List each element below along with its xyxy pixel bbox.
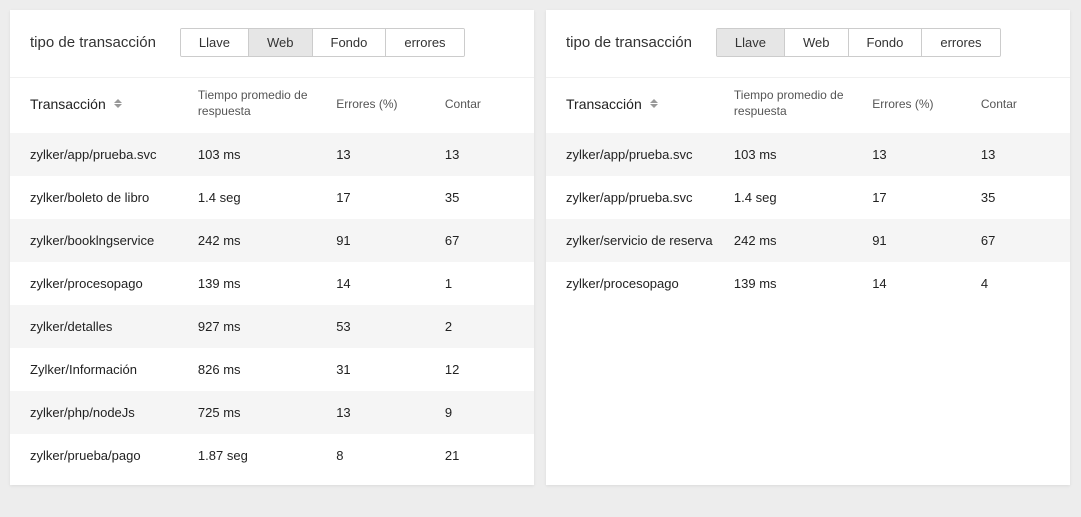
cell-errors: 17 bbox=[336, 190, 445, 205]
cell-response-time: 1.87 seg bbox=[198, 448, 336, 463]
cell-errors: 13 bbox=[336, 405, 445, 420]
header-transaction[interactable]: Transacción bbox=[30, 96, 198, 112]
tab-web[interactable]: Web bbox=[249, 29, 313, 56]
panel-header: tipo de transacción Llave Web Fondo erro… bbox=[10, 10, 534, 77]
panel-title: tipo de transacción bbox=[30, 34, 156, 51]
header-count[interactable]: Contar bbox=[445, 97, 514, 111]
table-body: zylker/app/prueba.svc 103 ms 13 13 zylke… bbox=[546, 133, 1070, 305]
cell-count: 12 bbox=[445, 362, 514, 377]
table-header: Transacción Tiempo promedio de respuesta… bbox=[546, 77, 1070, 133]
tab-fondo[interactable]: Fondo bbox=[313, 29, 387, 56]
cell-response-time: 1.4 seg bbox=[734, 190, 872, 205]
header-errors[interactable]: Errores (%) bbox=[872, 97, 981, 111]
cell-response-time: 242 ms bbox=[198, 233, 336, 248]
cell-response-time: 103 ms bbox=[734, 147, 872, 162]
cell-transaction: zylker/app/prueba.svc bbox=[566, 147, 734, 162]
tab-group: Llave Web Fondo errores bbox=[180, 28, 465, 57]
cell-response-time: 242 ms bbox=[734, 233, 872, 248]
cell-transaction: zylker/procesopago bbox=[566, 276, 734, 291]
header-transaction[interactable]: Transacción bbox=[566, 96, 734, 112]
sort-icon[interactable] bbox=[114, 99, 122, 108]
cell-count: 1 bbox=[445, 276, 514, 291]
table-row[interactable]: zylker/app/prueba.svc 1.4 seg 17 35 bbox=[546, 176, 1070, 219]
cell-count: 2 bbox=[445, 319, 514, 334]
header-errors[interactable]: Errores (%) bbox=[336, 97, 445, 111]
tab-group: Llave Web Fondo errores bbox=[716, 28, 1001, 57]
cell-transaction: zylker/app/prueba.svc bbox=[30, 147, 198, 162]
cell-transaction: zylker/procesopago bbox=[30, 276, 198, 291]
cell-transaction: zylker/prueba/pago bbox=[30, 448, 198, 463]
table-row[interactable]: zylker/prueba/pago 1.87 seg 8 21 bbox=[10, 434, 534, 477]
cell-errors: 31 bbox=[336, 362, 445, 377]
tab-llave[interactable]: Llave bbox=[717, 29, 785, 56]
cell-transaction: zylker/php/nodeJs bbox=[30, 405, 198, 420]
transaction-panel-right: tipo de transacción Llave Web Fondo erro… bbox=[546, 10, 1070, 485]
cell-response-time: 139 ms bbox=[198, 276, 336, 291]
cell-errors: 13 bbox=[872, 147, 981, 162]
header-transaction-label: Transacción bbox=[30, 96, 106, 112]
cell-response-time: 103 ms bbox=[198, 147, 336, 162]
table-row[interactable]: zylker/servicio de reserva 242 ms 91 67 bbox=[546, 219, 1070, 262]
table-row[interactable]: Zylker/Información 826 ms 31 12 bbox=[10, 348, 534, 391]
table-row[interactable]: zylker/app/prueba.svc 103 ms 13 13 bbox=[546, 133, 1070, 176]
header-count[interactable]: Contar bbox=[981, 97, 1050, 111]
table-row[interactable]: zylker/detalles 927 ms 53 2 bbox=[10, 305, 534, 348]
table-body: zylker/app/prueba.svc 103 ms 13 13 zylke… bbox=[10, 133, 534, 477]
header-avg-response[interactable]: Tiempo promedio de respuesta bbox=[198, 88, 336, 119]
header-avg-response[interactable]: Tiempo promedio de respuesta bbox=[734, 88, 872, 119]
cell-transaction: Zylker/Información bbox=[30, 362, 198, 377]
table-header: Transacción Tiempo promedio de respuesta… bbox=[10, 77, 534, 133]
transaction-panel-left: tipo de transacción Llave Web Fondo erro… bbox=[10, 10, 534, 485]
cell-response-time: 826 ms bbox=[198, 362, 336, 377]
table-row[interactable]: zylker/booklngservice 242 ms 91 67 bbox=[10, 219, 534, 262]
cell-count: 13 bbox=[445, 147, 514, 162]
tab-fondo[interactable]: Fondo bbox=[849, 29, 923, 56]
cell-count: 67 bbox=[445, 233, 514, 248]
sort-icon[interactable] bbox=[650, 99, 658, 108]
cell-count: 9 bbox=[445, 405, 514, 420]
cell-response-time: 139 ms bbox=[734, 276, 872, 291]
table-row[interactable]: zylker/procesopago 139 ms 14 4 bbox=[546, 262, 1070, 305]
table-row[interactable]: zylker/app/prueba.svc 103 ms 13 13 bbox=[10, 133, 534, 176]
cell-errors: 17 bbox=[872, 190, 981, 205]
cell-response-time: 725 ms bbox=[198, 405, 336, 420]
tab-llave[interactable]: Llave bbox=[181, 29, 249, 56]
tab-errores[interactable]: errores bbox=[386, 29, 463, 56]
cell-errors: 91 bbox=[336, 233, 445, 248]
tab-errores[interactable]: errores bbox=[922, 29, 999, 56]
cell-errors: 8 bbox=[336, 448, 445, 463]
cell-count: 67 bbox=[981, 233, 1050, 248]
cell-transaction: zylker/app/prueba.svc bbox=[566, 190, 734, 205]
cell-count: 35 bbox=[445, 190, 514, 205]
panel-title: tipo de transacción bbox=[566, 34, 692, 51]
cell-transaction: zylker/servicio de reserva bbox=[566, 233, 734, 248]
cell-errors: 14 bbox=[336, 276, 445, 291]
cell-count: 21 bbox=[445, 448, 514, 463]
cell-errors: 53 bbox=[336, 319, 445, 334]
table-row[interactable]: zylker/boleto de libro 1.4 seg 17 35 bbox=[10, 176, 534, 219]
tab-web[interactable]: Web bbox=[785, 29, 849, 56]
header-transaction-label: Transacción bbox=[566, 96, 642, 112]
table-row[interactable]: zylker/php/nodeJs 725 ms 13 9 bbox=[10, 391, 534, 434]
cell-count: 4 bbox=[981, 276, 1050, 291]
cell-count: 13 bbox=[981, 147, 1050, 162]
cell-errors: 91 bbox=[872, 233, 981, 248]
cell-errors: 13 bbox=[336, 147, 445, 162]
cell-count: 35 bbox=[981, 190, 1050, 205]
cell-response-time: 1.4 seg bbox=[198, 190, 336, 205]
cell-transaction: zylker/boleto de libro bbox=[30, 190, 198, 205]
table-row[interactable]: zylker/procesopago 139 ms 14 1 bbox=[10, 262, 534, 305]
cell-transaction: zylker/booklngservice bbox=[30, 233, 198, 248]
cell-errors: 14 bbox=[872, 276, 981, 291]
cell-response-time: 927 ms bbox=[198, 319, 336, 334]
cell-transaction: zylker/detalles bbox=[30, 319, 198, 334]
panel-header: tipo de transacción Llave Web Fondo erro… bbox=[546, 10, 1070, 77]
